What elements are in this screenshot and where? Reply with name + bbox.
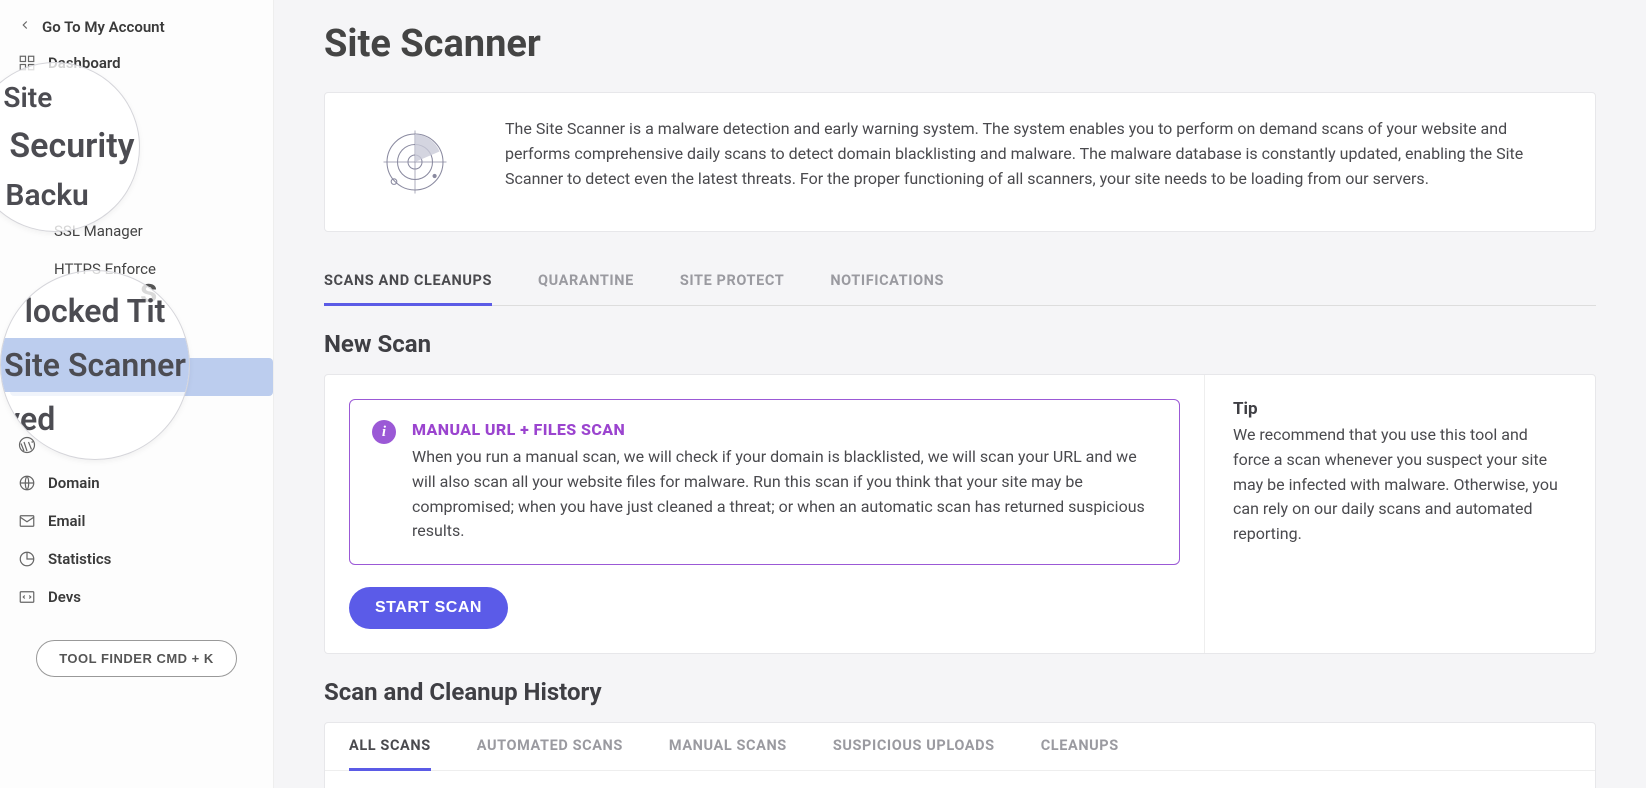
tool-finder-button[interactable]: TOOL FINDER CMD + K <box>36 640 237 677</box>
history-heading: Scan and Cleanup History <box>324 678 1596 706</box>
main-tabs: SCANS AND CLEANUPS QUARANTINE SITE PROTE… <box>324 258 1596 306</box>
main-content: Site Scanner The Site Scanner is a malwa… <box>274 0 1646 788</box>
sidebar-item-wordpress[interactable] <box>0 426 273 464</box>
sidebar-item-label: Dashboard <box>48 54 121 72</box>
history-tab-manual[interactable]: MANUAL SCANS <box>669 723 787 771</box>
history-empty-illustration <box>325 771 1595 788</box>
history-tab-cleanups[interactable]: CLEANUPS <box>1041 723 1119 771</box>
sidebar-item-label: Devs <box>48 588 81 606</box>
new-scan-card: i MANUAL URL + FILES SCAN When you run a… <box>324 374 1596 654</box>
intro-card: The Site Scanner is a malware detection … <box>324 92 1596 232</box>
sidebar-item-domain[interactable]: Domain <box>0 464 273 502</box>
tab-quarantine[interactable]: QUARANTINE <box>538 258 634 306</box>
history-tab-suspicious[interactable]: SUSPICIOUS UPLOADS <box>833 723 995 771</box>
radar-icon <box>355 117 475 207</box>
subnav-https-enforce[interactable]: HTTPS Enforce <box>54 250 273 288</box>
manual-scan-box: i MANUAL URL + FILES SCAN When you run a… <box>349 399 1180 565</box>
sidebar-item-devs[interactable]: Devs <box>0 578 273 616</box>
arrow-left-icon <box>18 18 32 36</box>
history-tabs: ALL SCANS AUTOMATED SCANS MANUAL SCANS S… <box>325 723 1595 771</box>
subnav-site-scanner-active[interactable]: Site Scanner <box>10 358 273 396</box>
mail-icon <box>18 512 36 530</box>
sidebar-item-label: Email <box>48 512 85 530</box>
go-to-my-account-link[interactable]: Go To My Account <box>0 10 273 44</box>
tip-title: Tip <box>1233 399 1567 419</box>
sidebar: Go To My Account Dashboard SSL Manager H… <box>0 0 274 788</box>
sidebar-item-dashboard[interactable]: Dashboard <box>0 44 273 82</box>
intro-text: The Site Scanner is a malware detection … <box>505 117 1565 191</box>
code-icon <box>18 588 36 606</box>
history-tab-automated[interactable]: AUTOMATED SCANS <box>477 723 623 771</box>
magnified-text-suffix: s <box>140 271 157 311</box>
start-scan-button[interactable]: START SCAN <box>349 587 508 629</box>
manual-scan-description: When you run a manual scan, we will chec… <box>412 445 1157 544</box>
tip-text: We recommend that you use this tool and … <box>1233 423 1567 547</box>
history-tab-all[interactable]: ALL SCANS <box>349 723 431 771</box>
go-back-label: Go To My Account <box>42 18 165 36</box>
chart-icon <box>18 550 36 568</box>
tip-panel: Tip We recommend that you use this tool … <box>1205 375 1595 653</box>
page-title: Site Scanner <box>324 22 1596 66</box>
sidebar-item-label: Statistics <box>48 550 111 568</box>
sidebar-item-label: Domain <box>48 474 100 492</box>
tab-scans-cleanups[interactable]: SCANS AND CLEANUPS <box>324 258 492 306</box>
subnav-ssl-manager[interactable]: SSL Manager <box>54 212 273 250</box>
globe-icon <box>18 474 36 492</box>
info-icon: i <box>372 420 396 444</box>
tab-notifications[interactable]: NOTIFICATIONS <box>830 258 944 306</box>
history-card: ALL SCANS AUTOMATED SCANS MANUAL SCANS S… <box>324 722 1596 788</box>
tab-site-protect[interactable]: SITE PROTECT <box>680 258 784 306</box>
sidebar-item-email[interactable]: Email <box>0 502 273 540</box>
dashboard-icon <box>18 54 36 72</box>
new-scan-heading: New Scan <box>324 330 1596 358</box>
wordpress-icon <box>18 436 36 454</box>
security-subnav: SSL Manager HTTPS Enforce Site Scanner <box>0 212 273 396</box>
sidebar-item-statistics[interactable]: Statistics <box>0 540 273 578</box>
manual-scan-title: MANUAL URL + FILES SCAN <box>412 420 1157 439</box>
